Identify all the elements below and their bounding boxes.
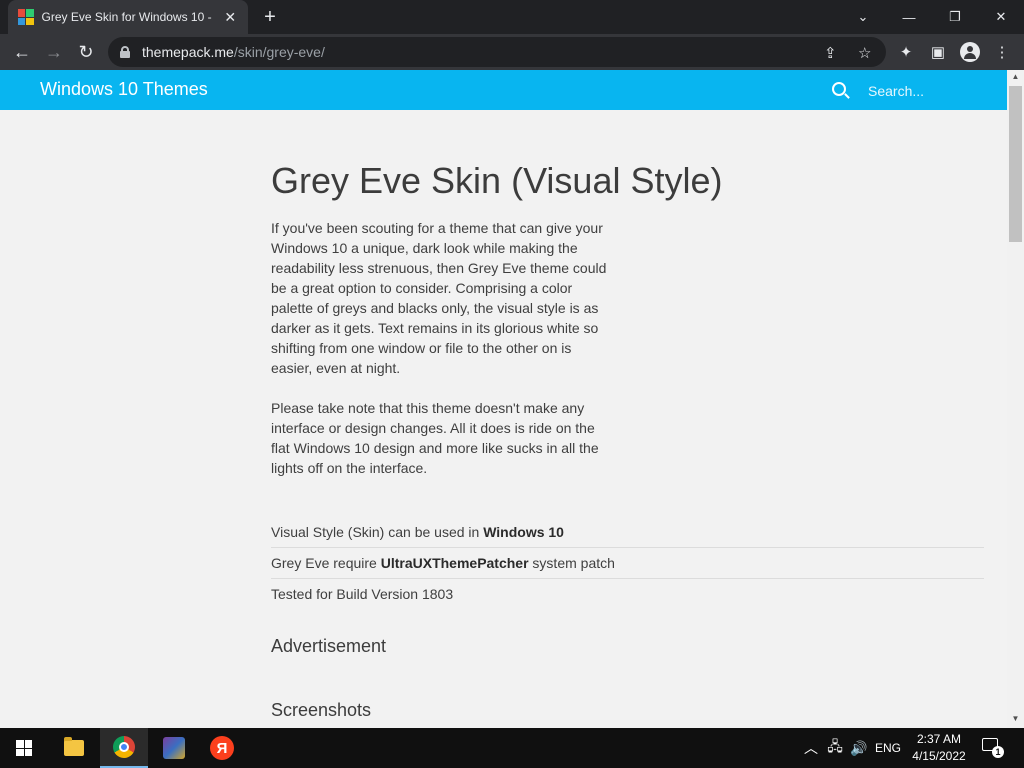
scroll-thumb[interactable]: [1009, 86, 1022, 242]
screenshots-heading: Screenshots: [271, 700, 372, 720]
volume-icon[interactable]: 🔊: [848, 728, 870, 768]
favicon-icon: [18, 9, 34, 25]
lock-icon[interactable]: [120, 46, 130, 58]
info-suffix: system patch: [528, 555, 615, 571]
scroll-up-icon[interactable]: ▲: [1007, 70, 1024, 84]
tray-chevron-icon[interactable]: ︿: [800, 728, 822, 768]
start-button[interactable]: [0, 728, 48, 768]
network-icon[interactable]: 🖧: [824, 728, 846, 768]
folder-icon: [64, 737, 84, 756]
page-title: Grey Eve Skin (Visual Style): [271, 160, 723, 201]
info-text: Tested for Build Version 1803: [271, 586, 454, 602]
windows-taskbar: Я ︿ 🖧 🔊 ENG 2:37 AM 4/15/2022 1: [0, 728, 1024, 768]
action-center-icon[interactable]: 1: [982, 736, 1004, 758]
restore-icon[interactable]: ❐: [932, 0, 978, 34]
tab-title: Grey Eve Skin for Windows 10 - t: [41, 10, 215, 24]
extensions-icon[interactable]: ✦: [894, 40, 918, 64]
file-explorer-button[interactable]: [50, 728, 98, 768]
scroll-down-icon[interactable]: ▼: [1007, 712, 1024, 726]
notification-count: 1: [992, 746, 1004, 758]
site-title-link[interactable]: Windows 10 Themes: [40, 79, 208, 100]
tab-search-icon[interactable]: ⌄: [840, 0, 886, 34]
back-icon[interactable]: ←: [8, 38, 36, 66]
intro-paragraph: If you've been scouting for a theme that…: [271, 220, 607, 376]
winrar-taskbar-button[interactable]: [150, 728, 198, 768]
search-input[interactable]: [860, 80, 1000, 102]
url-domain: themepack.me: [142, 44, 234, 60]
browser-toolbar: ← → ↻ themepack.me/skin/grey-eve/ ⇪ ☆ ✦ …: [0, 34, 1024, 70]
menu-kebab-icon[interactable]: ⋮: [990, 40, 1014, 64]
url-path: /skin/grey-eve/: [233, 44, 325, 60]
windows-logo-icon: [16, 740, 32, 756]
chrome-icon: [113, 736, 135, 758]
info-text: Grey Eve require: [271, 555, 381, 571]
site-header: Windows 10 Themes: [0, 70, 1007, 110]
page-viewport: Windows 10 Themes Grey Eve Skin (Visual …: [0, 70, 1024, 728]
info-row-compat: Visual Style (Skin) can be used in Windo…: [271, 517, 984, 548]
bookmark-star-icon[interactable]: ☆: [858, 44, 871, 62]
winrar-icon: [163, 737, 185, 759]
clock-time: 2:37 AM: [916, 732, 962, 746]
avatar: [960, 42, 980, 62]
search-icon[interactable]: [832, 82, 846, 96]
address-bar[interactable]: themepack.me/skin/grey-eve/ ⇪ ☆: [108, 37, 886, 67]
tab-close-icon[interactable]: ✕: [222, 9, 238, 26]
yandex-icon: Я: [210, 736, 234, 760]
clock-date: 4/15/2022: [912, 749, 966, 763]
page-scrollbar[interactable]: ▲ ▼: [1007, 70, 1024, 728]
close-window-icon[interactable]: ✕: [978, 0, 1024, 34]
advertisement-heading: Advertisement: [271, 636, 387, 656]
minimize-icon[interactable]: —: [886, 0, 932, 34]
browser-tab[interactable]: Grey Eve Skin for Windows 10 - t ✕: [8, 0, 248, 34]
browser-tabbar: Grey Eve Skin for Windows 10 - t ✕ + ⌄ —…: [0, 0, 1024, 34]
info-bold-link[interactable]: UltraUXThemePatcher: [381, 555, 529, 571]
chrome-taskbar-button[interactable]: [100, 728, 148, 768]
info-row-build: Tested for Build Version 1803: [271, 579, 984, 610]
profile-icon[interactable]: [958, 40, 982, 64]
side-panel-icon[interactable]: ▣: [926, 40, 950, 64]
yandex-taskbar-button[interactable]: Я: [198, 728, 246, 768]
info-bold: Windows 10: [483, 524, 564, 540]
note-paragraph: Please take note that this theme doesn't…: [271, 400, 599, 476]
reload-icon[interactable]: ↻: [72, 38, 100, 66]
info-text: Visual Style (Skin) can be used in: [271, 524, 484, 540]
share-icon[interactable]: ⇪: [824, 44, 837, 62]
system-clock[interactable]: 2:37 AM 4/15/2022: [906, 731, 972, 765]
forward-icon[interactable]: →: [40, 38, 68, 66]
info-row-requirement: Grey Eve require UltraUXThemePatcher sys…: [271, 548, 984, 579]
new-tab-icon[interactable]: +: [258, 5, 282, 29]
language-indicator[interactable]: ENG: [872, 728, 904, 768]
